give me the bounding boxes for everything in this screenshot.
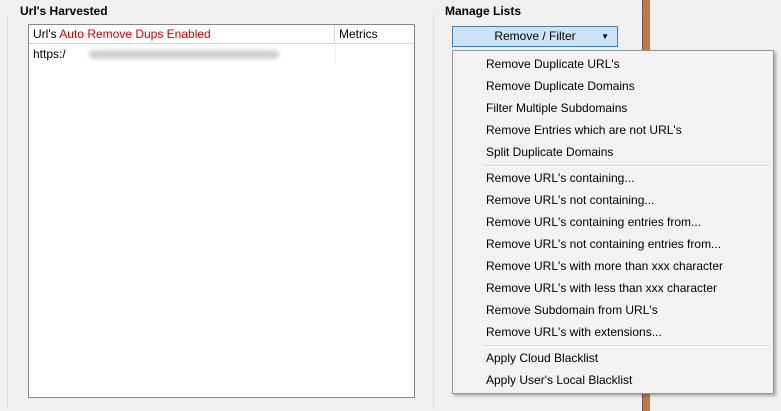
menu-item-remove-subdomain[interactable]: Remove Subdomain from URL's bbox=[486, 299, 658, 321]
menu-item-split-duplicate-domains[interactable]: Split Duplicate Domains bbox=[486, 141, 613, 163]
urls-harvested-title: Url's Harvested bbox=[18, 4, 110, 18]
menu-item-remove-duplicate-urls[interactable]: Remove Duplicate URL's bbox=[486, 53, 620, 75]
column-url-label: Url's bbox=[33, 27, 57, 41]
manage-lists-title: Manage Lists bbox=[443, 4, 524, 18]
menu-item-remove-urls-less-than-chars[interactable]: Remove URL's with less than xxx characte… bbox=[486, 277, 717, 299]
list-item-url: https:/ bbox=[33, 47, 66, 61]
menu-item-apply-cloud-blacklist[interactable]: Apply Cloud Blacklist bbox=[486, 347, 598, 369]
menu-item-remove-urls-more-than-chars[interactable]: Remove URL's with more than xxx characte… bbox=[486, 255, 723, 277]
menu-item-remove-non-urls[interactable]: Remove Entries which are not URL's bbox=[486, 119, 682, 141]
menu-item-remove-urls-containing-entries-from[interactable]: Remove URL's containing entries from... bbox=[486, 211, 701, 233]
auto-remove-dups-status: Auto Remove Dups Enabled bbox=[59, 27, 211, 41]
remove-filter-dropdown-button[interactable]: Remove / Filter ▼ bbox=[452, 26, 618, 47]
blurred-url-text bbox=[89, 50, 279, 59]
column-divider bbox=[335, 45, 336, 64]
menu-item-apply-local-blacklist[interactable]: Apply User's Local Blacklist bbox=[486, 369, 632, 391]
menu-item-filter-multiple-subdomains[interactable]: Filter Multiple Subdomains bbox=[486, 97, 627, 119]
menu-item-remove-urls-containing[interactable]: Remove URL's containing... bbox=[486, 167, 634, 189]
menu-item-remove-urls-with-extensions[interactable]: Remove URL's with extensions... bbox=[486, 321, 662, 343]
url-list[interactable]: Url's Auto Remove Dups Enabled Metrics h… bbox=[28, 24, 415, 398]
column-header-url[interactable]: Url's Auto Remove Dups Enabled bbox=[29, 25, 335, 44]
menu-item-remove-urls-not-containing[interactable]: Remove URL's not containing... bbox=[486, 189, 654, 211]
menu-icon-gutter bbox=[453, 51, 481, 393]
remove-filter-menu: Remove Duplicate URL's Remove Duplicate … bbox=[452, 50, 774, 394]
list-item[interactable]: https:/ bbox=[29, 45, 414, 64]
remove-filter-label: Remove / Filter bbox=[494, 29, 576, 43]
column-header-metrics[interactable]: Metrics bbox=[335, 25, 414, 44]
chevron-down-icon: ▼ bbox=[601, 32, 609, 41]
menu-item-remove-urls-not-containing-entries-from[interactable]: Remove URL's not containing entries from… bbox=[486, 233, 721, 255]
menu-item-remove-duplicate-domains[interactable]: Remove Duplicate Domains bbox=[486, 75, 635, 97]
